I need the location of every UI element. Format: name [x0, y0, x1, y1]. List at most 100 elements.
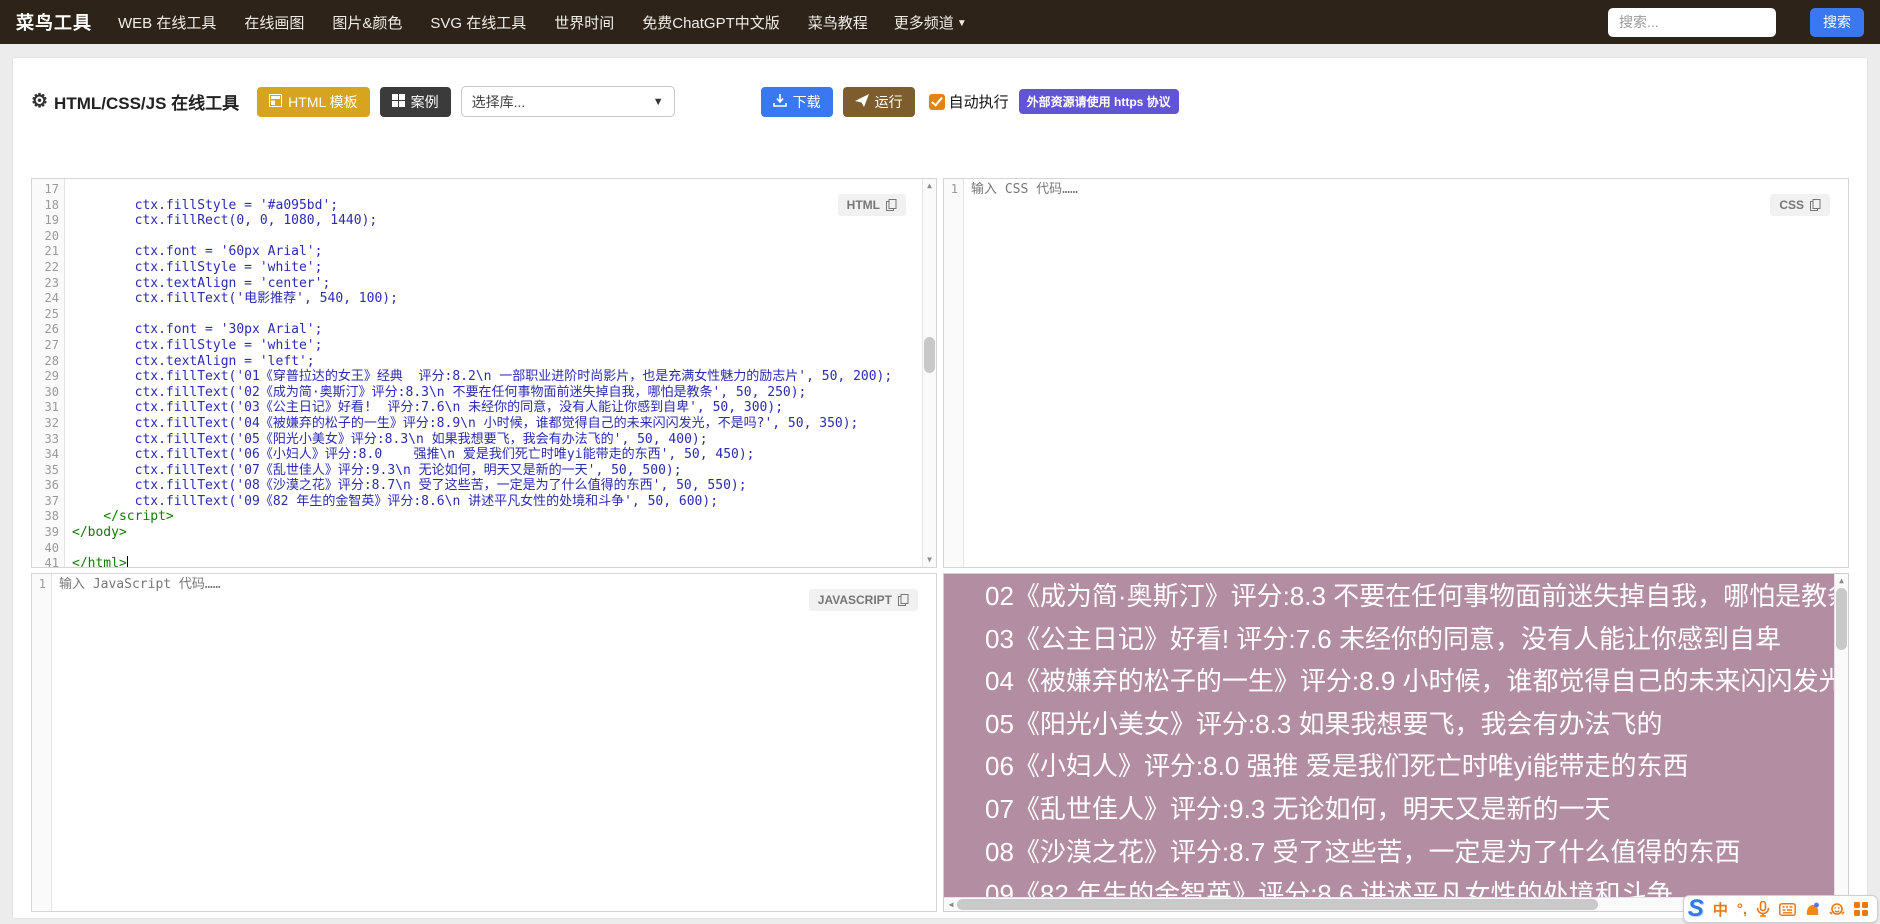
scroll-down-icon[interactable]: ▼: [923, 554, 936, 566]
keyboard-icon[interactable]: [1779, 903, 1796, 916]
nav-item[interactable]: 图片&颜色: [332, 12, 402, 33]
examples-button[interactable]: 案例: [380, 87, 451, 117]
code-line[interactable]: ctx.fillStyle = 'white';: [72, 338, 936, 354]
code-line[interactable]: ctx.fillStyle = 'white';: [72, 260, 936, 276]
code-line[interactable]: ctx.fillRect(0, 0, 1080, 1440);: [72, 213, 936, 229]
code-line[interactable]: [72, 541, 936, 557]
code-line[interactable]: ctx.fillStyle = '#a095bd';: [72, 198, 936, 214]
autorun-checkbox[interactable]: [929, 94, 945, 110]
html-editor-pane[interactable]: 1718192021222324252627282930313233343536…: [31, 178, 937, 568]
code-line[interactable]: ctx.textAlign = 'left';: [72, 354, 936, 370]
scroll-up-icon[interactable]: ▲: [1835, 575, 1848, 587]
scroll-left-icon[interactable]: ◀: [945, 898, 957, 911]
code-line[interactable]: </body>: [72, 525, 936, 541]
code-line[interactable]: [72, 307, 936, 323]
code-line[interactable]: ctx.fillText('04《被嫌弃的松子的一生》评分:8.9\n 小时候，…: [72, 416, 936, 432]
line-number: 25: [38, 307, 59, 323]
nav-item-more[interactable]: 更多频道▼: [894, 12, 967, 33]
scrollbar-thumb[interactable]: [957, 899, 1598, 910]
grid-icon: [392, 94, 405, 110]
nav-item[interactable]: 菜鸟教程: [808, 12, 868, 33]
preview-text-line: 03《公主日记》好看! 评分:7.6 未经你的同意，没有人能让你感到自卑: [944, 618, 1834, 661]
code-line[interactable]: ctx.fillText('03《公主日记》好看! 评分:7.6\n 未经你的同…: [72, 400, 936, 416]
editor-grid: 1718192021222324252627282930313233343536…: [31, 178, 1849, 912]
microphone-icon[interactable]: [1756, 901, 1770, 917]
css-editor-pane[interactable]: 1 输入 CSS 代码…… CSS: [943, 178, 1849, 568]
preview-text-line: 05《阳光小美女》评分:8.3 如果我想要飞，我会有办法飞的: [944, 703, 1834, 746]
code-line[interactable]: </html>: [72, 556, 936, 567]
js-pane-badge[interactable]: JAVASCRIPT: [809, 589, 918, 611]
line-number: 28: [38, 354, 59, 370]
code-line[interactable]: </script>: [72, 509, 936, 525]
code-line[interactable]: [72, 229, 936, 245]
chevron-down-icon: ▼: [957, 18, 967, 29]
copy-icon[interactable]: [898, 594, 909, 606]
line-number: 29: [38, 369, 59, 385]
nav-item[interactable]: 世界时间: [554, 12, 614, 33]
line-number: 40: [38, 541, 59, 557]
line-number: 21: [38, 244, 59, 260]
nav-item[interactable]: 在线画图: [244, 12, 304, 33]
css-pane-badge[interactable]: CSS: [1770, 194, 1830, 216]
brand-logo[interactable]: 菜鸟工具: [16, 9, 92, 35]
html-code-area[interactable]: ctx.fillStyle = '#a095bd'; ctx.fillRect(…: [65, 179, 936, 567]
punctuation-icon[interactable]: °,: [1737, 901, 1747, 918]
autorun-toggle[interactable]: 自动执行: [929, 91, 1009, 112]
preview-text-line: 07《乱世佳人》评分:9.3 无论如何，明天又是新的一天: [944, 788, 1834, 831]
line-number: 37: [38, 494, 59, 510]
code-line[interactable]: ctx.fillText('08《沙漠之花》评分:8.7\n 受了这些苦，一定是…: [72, 478, 936, 494]
select-chevron-icon: ▼: [653, 96, 664, 108]
code-line[interactable]: ctx.textAlign = 'center';: [72, 276, 936, 292]
nav-item[interactable]: 免费ChatGPT中文版: [642, 12, 780, 33]
code-line[interactable]: ctx.fillText('07《乱世佳人》评分:9.3\n 无论如何，明天又是…: [72, 463, 936, 479]
line-number: 20: [38, 229, 59, 245]
scrollbar-thumb[interactable]: [924, 337, 935, 373]
copy-icon[interactable]: [886, 199, 897, 211]
gears-icon: ⚙: [31, 90, 48, 113]
chinese-mode-icon[interactable]: 中: [1713, 899, 1728, 920]
toolbox-grid-icon[interactable]: [1854, 902, 1868, 916]
nav-item[interactable]: SVG 在线工具: [430, 12, 526, 33]
sogou-logo-icon[interactable]: S: [1688, 897, 1704, 921]
line-number: 39: [38, 525, 59, 541]
js-editor-pane[interactable]: 1 输入 JavaScript 代码…… JAVASCRIPT: [31, 573, 937, 912]
preview-vscrollbar[interactable]: ▲ ▼: [1834, 574, 1848, 911]
code-line[interactable]: ctx.fillText('01《穿普拉达的女王》经典 评分:8.2\n 一部职…: [72, 369, 936, 385]
css-code-area[interactable]: 输入 CSS 代码……: [964, 179, 1848, 567]
line-number: 17: [38, 182, 59, 198]
download-button[interactable]: 下载: [761, 87, 833, 117]
line-number: 19: [38, 213, 59, 229]
run-button[interactable]: 运行: [843, 87, 915, 117]
html-editor-scrollbar[interactable]: ▲ ▼: [922, 179, 936, 567]
html-line-gutter: 1718192021222324252627282930313233343536…: [32, 179, 65, 567]
scroll-up-icon[interactable]: ▲: [923, 180, 936, 192]
scrollbar-thumb[interactable]: [1836, 588, 1847, 650]
emoji-face-icon[interactable]: [1829, 902, 1845, 916]
search-button[interactable]: 搜索: [1810, 8, 1864, 37]
css-placeholder: 输入 CSS 代码……: [971, 182, 1848, 198]
preview-text-line: 09《82 年生的金智英》评分:8.6 讲述平凡女性的处境和斗争: [944, 873, 1834, 897]
line-number: 26: [38, 322, 59, 338]
line-number: 23: [38, 276, 59, 292]
code-line[interactable]: [72, 182, 936, 198]
skin-palette-icon[interactable]: [1805, 902, 1820, 917]
nav-item[interactable]: WEB 在线工具: [118, 12, 216, 33]
html-template-button[interactable]: HTML 模板: [257, 87, 369, 117]
code-line[interactable]: ctx.fillText('02《成为简·奥斯汀》评分:8.3\n 不要在任何事…: [72, 385, 936, 401]
html-pane-badge[interactable]: HTML: [838, 194, 906, 216]
search-input[interactable]: [1608, 8, 1776, 37]
code-line[interactable]: ctx.fillText('05《阳光小美女》评分:8.3\n 如果我想要飞，我…: [72, 432, 936, 448]
code-line[interactable]: ctx.fillText('电影推荐', 540, 100);: [72, 291, 936, 307]
preview-canvas: 02《成为简·奥斯汀》评分:8.3 不要在任何事物面前迷失掉自我，哪怕是教条03…: [944, 574, 1834, 897]
copy-icon[interactable]: [1810, 199, 1821, 211]
code-line[interactable]: ctx.fillText('06《小妇人》评分:8.0 强推\n 爱是我们死亡时…: [72, 447, 936, 463]
line-number: 24: [38, 291, 59, 307]
library-select[interactable]: 选择库... ▼: [461, 86, 675, 117]
code-line[interactable]: ctx.fillText('09《82 年生的金智英》评分:8.6\n 讲述平凡…: [72, 494, 936, 510]
line-number: 22: [38, 260, 59, 276]
line-number: 41: [38, 556, 59, 568]
code-line[interactable]: ctx.font = '60px Arial';: [72, 244, 936, 260]
js-code-area[interactable]: 输入 JavaScript 代码……: [52, 574, 936, 911]
code-line[interactable]: ctx.font = '30px Arial';: [72, 322, 936, 338]
line-number: 33: [38, 432, 59, 448]
